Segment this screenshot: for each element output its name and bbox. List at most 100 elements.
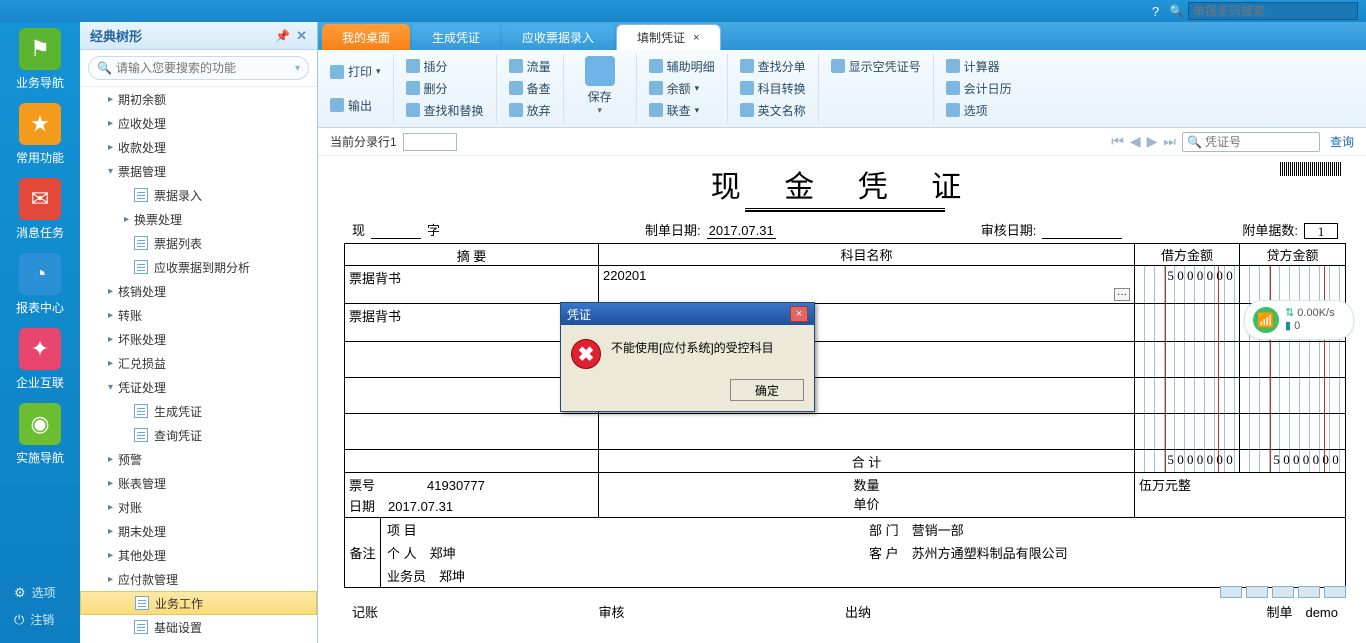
output-button[interactable]: 输出: [328, 95, 383, 115]
tree-item[interactable]: ▸账表管理: [80, 471, 317, 495]
tree-item[interactable]: ▸汇兑损益: [80, 351, 317, 375]
backup-button[interactable]: 备查: [507, 78, 553, 98]
nav-next-icon[interactable]: ▶: [1147, 133, 1158, 150]
cell-debit[interactable]: [1135, 414, 1240, 449]
tree-item[interactable]: 查询凭证: [80, 423, 317, 447]
find-replace-button[interactable]: 查找和替换: [404, 100, 486, 120]
cell-debit[interactable]: 5000000: [1135, 266, 1240, 303]
cell-account[interactable]: 220201···: [599, 266, 1135, 303]
help-icon[interactable]: ?: [1152, 4, 1159, 19]
rail-options[interactable]: ⚙选项: [0, 579, 80, 606]
tree-item[interactable]: 基础设置: [80, 615, 317, 639]
calculator-button[interactable]: 计算器: [944, 56, 1014, 76]
tab-gen-voucher[interactable]: 生成凭证: [412, 24, 500, 50]
tab-ar-bill[interactable]: 应收票据录入: [502, 24, 614, 50]
cell-credit[interactable]: [1240, 378, 1345, 413]
nav-first-icon[interactable]: ⏮: [1111, 133, 1124, 150]
tree-item[interactable]: ▸预警: [80, 447, 317, 471]
nav-prev-icon[interactable]: ◀: [1130, 133, 1141, 150]
barcode-search-input[interactable]: [1188, 2, 1358, 20]
close-icon[interactable]: ✕: [296, 28, 307, 44]
eng-name-button[interactable]: 英文名称: [738, 100, 808, 120]
tree-item[interactable]: ▸换票处理: [80, 207, 317, 231]
tab-fill-voucher[interactable]: 填制凭证×: [616, 24, 720, 50]
audit-date-value[interactable]: [1042, 238, 1122, 239]
type-value[interactable]: [371, 238, 421, 239]
grid-row[interactable]: 票据背书 应收票据: [345, 304, 1345, 342]
make-date-value[interactable]: 2017.07.31: [707, 223, 776, 239]
tab-desktop[interactable]: 我的桌面: [322, 24, 410, 50]
mini-btn-1[interactable]: [1220, 586, 1242, 598]
tree-item[interactable]: ▸对账: [80, 495, 317, 519]
query-link[interactable]: 查询: [1330, 133, 1354, 150]
tree-item[interactable]: ▾票据管理: [80, 159, 317, 183]
tree-item[interactable]: 票据录入: [80, 183, 317, 207]
cell-credit[interactable]: [1240, 414, 1345, 449]
cell-debit[interactable]: [1135, 342, 1240, 377]
chevron-down-icon[interactable]: ▾: [295, 63, 300, 74]
grid-row[interactable]: [345, 414, 1345, 450]
abandon-button[interactable]: 放弃: [507, 100, 553, 120]
tree-item[interactable]: ▸坏账处理: [80, 327, 317, 351]
rail-reports[interactable]: ◔报表中心: [8, 253, 72, 316]
grid-row[interactable]: [345, 342, 1345, 378]
mini-btn-5[interactable]: [1324, 586, 1346, 598]
rail-enterprise[interactable]: ✦企业互联: [8, 328, 72, 391]
acct-convert-button[interactable]: 科目转换: [738, 78, 808, 98]
save-button[interactable]: 保存▾: [574, 56, 626, 116]
tree-item[interactable]: ▸应付款管理: [80, 567, 317, 591]
dialog-title-bar[interactable]: 凭证 ×: [561, 303, 814, 325]
voucher-no-box[interactable]: 🔍: [1182, 132, 1320, 152]
print-button[interactable]: 打印▾: [328, 62, 383, 82]
mini-btn-2[interactable]: [1246, 586, 1268, 598]
current-entry-box[interactable]: [403, 133, 457, 151]
cell-credit[interactable]: [1240, 342, 1345, 377]
link-query-button[interactable]: 联查▾: [647, 100, 717, 120]
flow-button[interactable]: 流量: [507, 56, 553, 76]
options-button[interactable]: 选项: [944, 100, 1014, 120]
tree-item[interactable]: ▸期初余额: [80, 87, 317, 111]
lookup-button[interactable]: ···: [1114, 288, 1130, 301]
grid-row[interactable]: [345, 378, 1345, 414]
mini-btn-3[interactable]: [1272, 586, 1294, 598]
cell-summary[interactable]: [345, 414, 599, 449]
rail-messages[interactable]: ✉消息任务: [8, 178, 72, 241]
delete-button[interactable]: 删分: [404, 78, 486, 98]
mini-btn-4[interactable]: [1298, 586, 1320, 598]
tree-body[interactable]: ▸期初余额▸应收处理▸收款处理▾票据管理票据录入▸换票处理票据列表应收票据到期分…: [80, 87, 317, 643]
tree-item[interactable]: ▸应收处理: [80, 111, 317, 135]
tree-item[interactable]: ▸其他处理: [80, 543, 317, 567]
balance-button[interactable]: 余额▾: [647, 78, 717, 98]
tree-item[interactable]: 业务工作: [80, 591, 317, 615]
cell-debit[interactable]: [1135, 304, 1240, 341]
tree-item[interactable]: ▸核销处理: [80, 279, 317, 303]
network-widget[interactable]: 📶 ⇅ 0.00K/s ▮ 0: [1244, 300, 1354, 340]
attach-value[interactable]: 1: [1304, 223, 1338, 239]
show-empty-button[interactable]: 显示空凭证号: [829, 56, 923, 76]
tree-item[interactable]: 应收票据到期分析: [80, 255, 317, 279]
tree-item[interactable]: ▾凭证处理: [80, 375, 317, 399]
tree-search-box[interactable]: 🔍 ▾: [88, 56, 309, 80]
rail-impl[interactable]: ◉实施导航: [8, 403, 72, 466]
tree-search-input[interactable]: [116, 61, 295, 75]
rail-biz-nav[interactable]: ⚑业务导航: [8, 28, 72, 91]
tree-item[interactable]: 生成凭证: [80, 399, 317, 423]
dialog-close-icon[interactable]: ×: [790, 306, 808, 322]
find-bill-button[interactable]: 查找分单: [738, 56, 808, 76]
cell-debit[interactable]: [1135, 378, 1240, 413]
pin-icon[interactable]: 📌: [275, 29, 290, 43]
tree-item[interactable]: 票据列表: [80, 231, 317, 255]
cell-credit[interactable]: [1240, 266, 1345, 303]
nav-last-icon[interactable]: ⏭: [1163, 133, 1176, 150]
cell-summary[interactable]: 票据背书: [345, 266, 599, 303]
grid-row[interactable]: 票据背书 220201··· 5000000: [345, 266, 1345, 304]
tree-item[interactable]: ▸转账: [80, 303, 317, 327]
ok-button[interactable]: 确定: [730, 379, 804, 401]
rail-logout[interactable]: ⏻注销: [0, 606, 80, 633]
tree-item[interactable]: ▸收款处理: [80, 135, 317, 159]
tab-close-icon[interactable]: ×: [693, 32, 699, 44]
calendar-button[interactable]: 会计日历: [944, 78, 1014, 98]
insert-button[interactable]: 插分: [404, 56, 486, 76]
tree-item[interactable]: ▸期末处理: [80, 519, 317, 543]
cell-account[interactable]: [599, 414, 1135, 449]
